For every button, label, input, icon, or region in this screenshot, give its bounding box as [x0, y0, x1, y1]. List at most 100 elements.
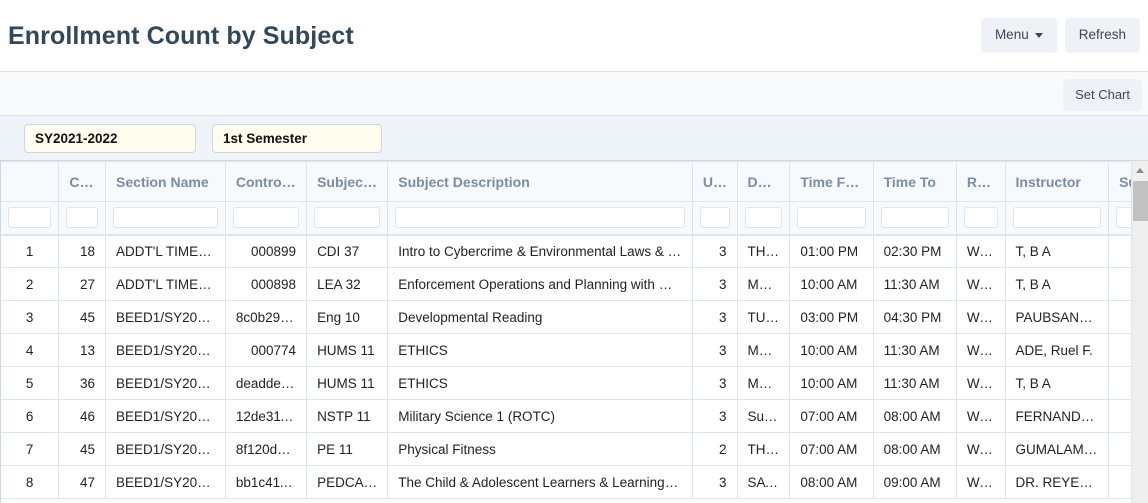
filter-input-control[interactable] [232, 207, 300, 229]
cell-days: MO... [737, 366, 791, 400]
cell-units: 3 [692, 267, 738, 301]
cell-time_from: 01:00 PM [789, 234, 874, 268]
scroll-up-arrow-icon[interactable] [1132, 163, 1148, 178]
column-header-units[interactable]: Units [692, 161, 738, 202]
table-row[interactable]: 413BEED1/SY2021-20...000774HUMS 11ETHICS… [1, 333, 1148, 367]
filter-input-room[interactable] [963, 207, 998, 229]
cell-subject: LEA 32 [306, 267, 389, 301]
filter-input-section[interactable] [113, 207, 218, 229]
cell-rownum: 6 [1, 399, 60, 433]
cell-time_from: 03:00 PM [789, 300, 874, 334]
cell-rownum: 2 [1, 267, 60, 301]
cell-room: Wela... [956, 333, 1006, 367]
filter-input-days[interactable] [744, 207, 783, 229]
cell-control: 000774 [225, 333, 308, 367]
cell-rownum: 3 [1, 300, 60, 334]
set-chart-button[interactable]: Set Chart [1063, 79, 1142, 111]
enrollment-grid: Cur... Section Name Control ... Subject ...… [0, 161, 1148, 503]
filter-input-time_to[interactable] [880, 207, 949, 229]
column-header-subject[interactable]: Subject ... [306, 161, 389, 202]
column-header-time_to[interactable]: Time To [873, 161, 957, 202]
vertical-scrollbar[interactable] [1131, 161, 1148, 503]
cell-section: ADDT'L TIME/SY2... [105, 267, 226, 301]
cell-cur: 36 [58, 366, 107, 400]
table-row[interactable]: 847BEED1/SY2021-20...bb1c4110...PEDCALLP… [1, 465, 1148, 499]
cell-units: 3 [692, 333, 738, 367]
cell-room: Wela... [956, 234, 1006, 268]
table-row[interactable]: 745BEED1/SY2021-20...8f120d95b6PE 11Phys… [1, 432, 1148, 466]
cell-control: 000898 [225, 267, 308, 301]
column-header-cur[interactable]: Cur... [58, 161, 107, 202]
filter-cell-room [956, 201, 1006, 236]
filter-input-cur[interactable] [66, 207, 99, 229]
cell-rownum: 8 [1, 465, 60, 499]
semester-select[interactable]: 1st Semester [212, 124, 382, 153]
cell-rownum: 4 [1, 333, 60, 367]
cell-days: Sund... [737, 399, 791, 433]
scrollbar-thumb[interactable] [1133, 181, 1148, 221]
filter-input-time_from[interactable] [797, 207, 866, 229]
filter-input-instructor[interactable] [1012, 207, 1102, 229]
cell-units: 3 [692, 399, 738, 433]
cell-subject: NSTP 11 [306, 399, 389, 433]
filter-cell-description [387, 201, 693, 236]
table-header: Cur... Section Name Control ... Subject ...… [1, 161, 1148, 236]
filter-band: SY2021-2022 1st Semester [0, 116, 1148, 161]
cell-control: 8c0b292635 [225, 300, 308, 334]
cell-subject: CDI 37 [306, 234, 389, 268]
cell-instructor: T, B A [1005, 234, 1110, 268]
cell-rownum: 5 [1, 366, 60, 400]
refresh-button[interactable]: Refresh [1064, 18, 1140, 53]
cell-units: 3 [692, 300, 738, 334]
cell-days: SAT/... [737, 465, 791, 499]
cell-control: 8f120d95b6 [225, 432, 308, 466]
column-header-time_from[interactable]: Time From [789, 161, 874, 202]
cell-instructor: ADE, Ruel F. [1005, 333, 1110, 367]
cell-instructor: DR. REYES, JO... [1005, 465, 1110, 499]
cell-time_from: 08:00 AM [789, 465, 874, 499]
page-title: Enrollment Count by Subject [8, 22, 354, 50]
cell-units: 3 [692, 234, 738, 268]
cell-days: THU... [737, 432, 791, 466]
filter-cell-instructor [1005, 201, 1110, 236]
filter-input-rownum[interactable] [8, 207, 52, 229]
cell-section: BEED1/SY2021-20... [105, 432, 226, 466]
filter-input-description[interactable] [395, 207, 685, 229]
cell-time_from: 10:00 AM [789, 333, 874, 367]
school-year-select[interactable]: SY2021-2022 [24, 124, 196, 153]
cell-subject: Eng 10 [306, 300, 389, 334]
filter-input-units[interactable] [699, 207, 730, 229]
filter-cell-control [225, 201, 308, 236]
table-row[interactable]: 345BEED1/SY2021-20...8c0b292635Eng 10Dev… [1, 300, 1148, 334]
page-header: Enrollment Count by Subject Menu Refresh [0, 0, 1148, 72]
cell-time_to: 11:30 AM [873, 267, 957, 301]
header-actions: Menu Refresh [980, 18, 1140, 53]
table-row[interactable]: 227ADDT'L TIME/SY2...000898LEA 32Enforce… [1, 267, 1148, 301]
filter-cell-subject [306, 201, 389, 236]
filter-cell-days [737, 201, 791, 236]
cell-subject: PE 11 [306, 432, 389, 466]
cell-description: ETHICS [387, 366, 693, 400]
table-row[interactable]: 536BEED1/SY2021-20...deadde9382HUMS 11ET… [1, 366, 1148, 400]
filter-cell-units [692, 201, 738, 236]
column-header-room[interactable]: Ro... [956, 161, 1006, 202]
column-header-description[interactable]: Subject Description [387, 161, 693, 202]
cell-rownum: 1 [1, 234, 60, 268]
cell-instructor: PAUBSANON, ... [1005, 300, 1110, 334]
menu-button[interactable]: Menu [980, 18, 1057, 53]
column-header-control[interactable]: Control ... [225, 161, 308, 202]
filter-input-subject[interactable] [314, 207, 381, 229]
cell-time_to: 11:30 AM [873, 366, 957, 400]
column-filter-row [1, 201, 1148, 236]
column-header-instructor[interactable]: Instructor [1005, 161, 1110, 202]
cell-time_to: 08:00 AM [873, 399, 957, 433]
column-header-rownum[interactable] [1, 161, 60, 202]
cell-room: Wela... [956, 432, 1006, 466]
column-header-section[interactable]: Section Name [105, 161, 226, 202]
table-row[interactable]: 118ADDT'L TIME/SY2...000899CDI 37Intro t… [1, 234, 1148, 268]
cell-time_to: 04:30 PM [873, 300, 957, 334]
cell-section: BEED1/SY2021-20... [105, 399, 226, 433]
table-row[interactable]: 646BEED1/SY2021-20...12de311070NSTP 11Mi… [1, 399, 1148, 433]
cell-control: deadde9382 [225, 366, 308, 400]
column-header-days[interactable]: Days [737, 161, 791, 202]
